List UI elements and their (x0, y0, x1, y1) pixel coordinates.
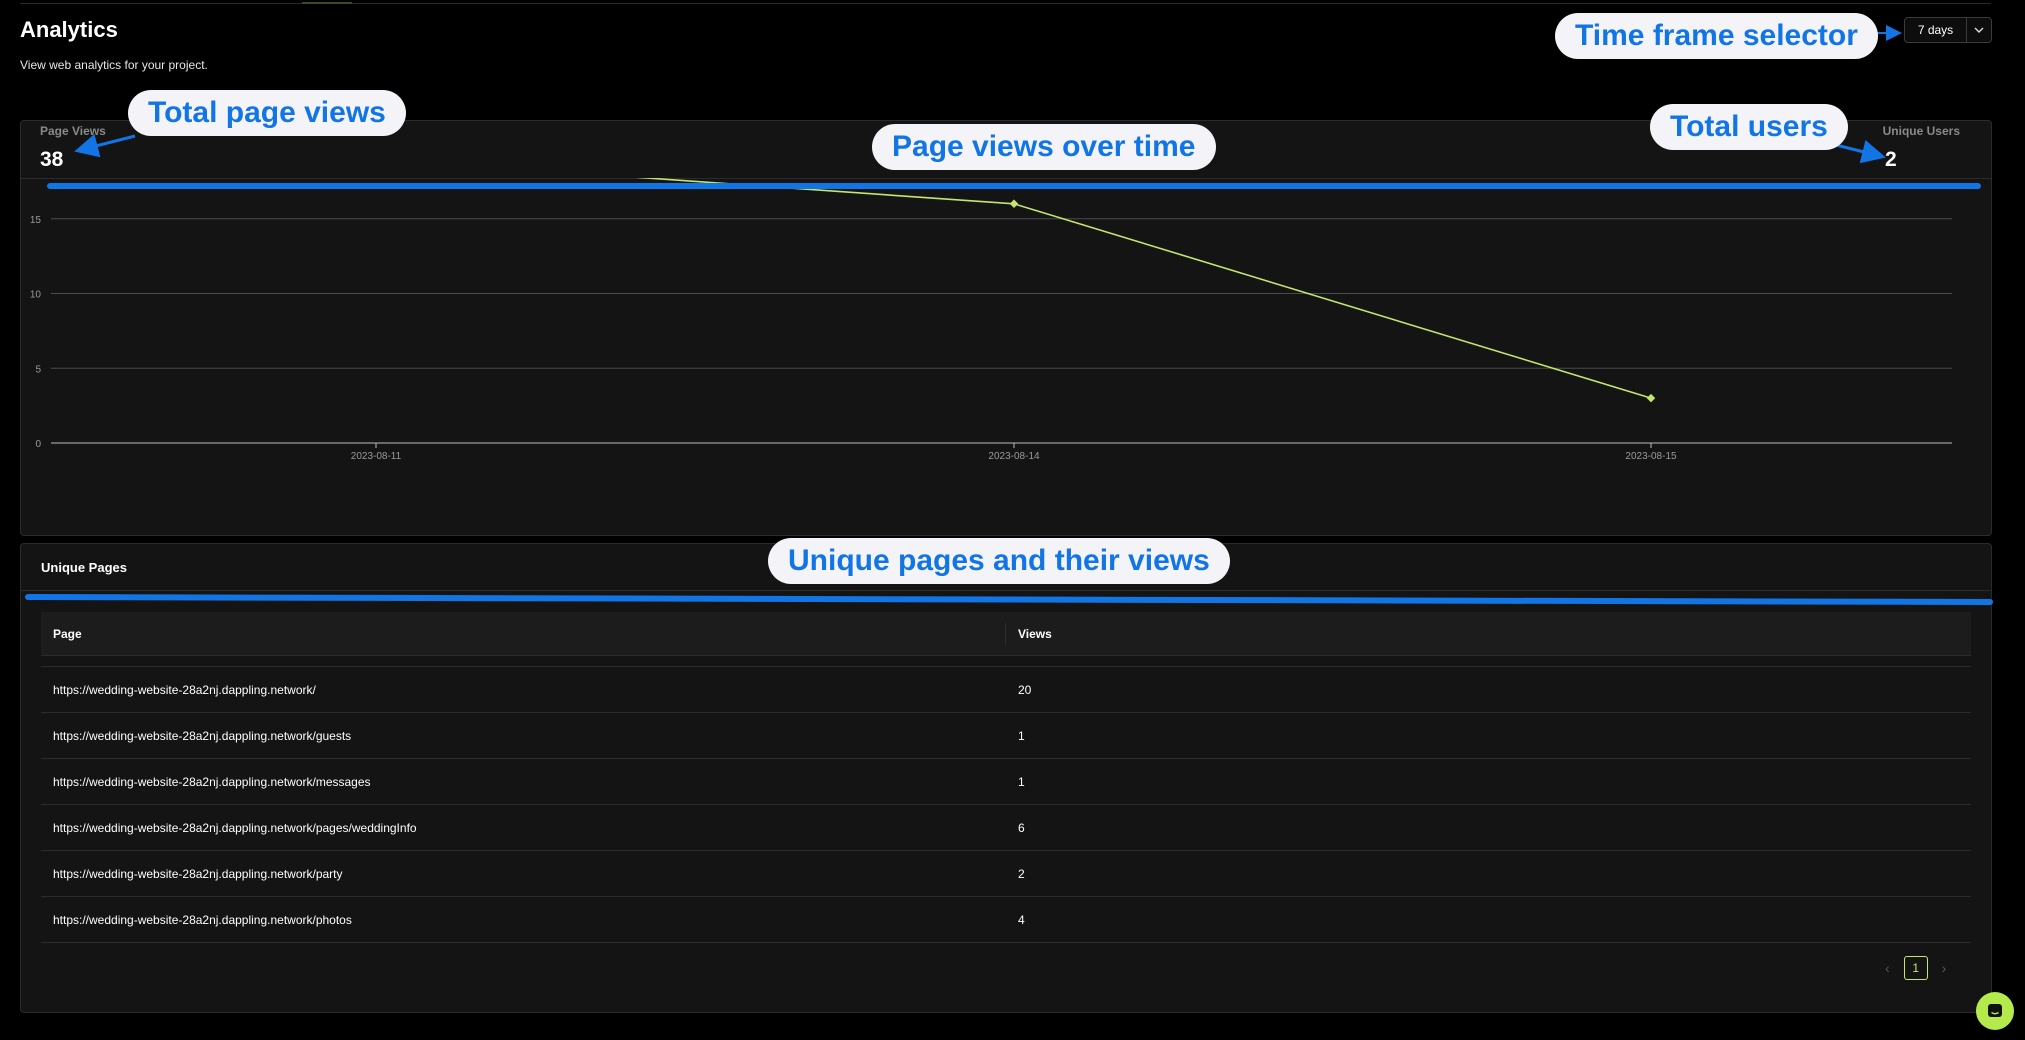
page-url: https://wedding-website-28a2nj.dappling.… (53, 866, 343, 881)
chat-support-button[interactable] (1976, 992, 2014, 1030)
table-spacer (41, 656, 1971, 667)
page-view-count: 2 (1018, 866, 1025, 881)
y-tick-label: 0 (35, 439, 41, 450)
unique-pages-title: Unique Pages (41, 560, 127, 575)
page-views-label: Page Views (40, 124, 106, 138)
table-row: https://wedding-website-28a2nj.dappling.… (41, 897, 1971, 943)
callout-unique-pages: Unique pages and their views (768, 538, 1230, 584)
page-view-count: 20 (1018, 682, 1032, 697)
page-subtitle: View web analytics for your project. (20, 58, 208, 72)
next-page-icon[interactable]: › (1942, 960, 1947, 976)
table-row: https://wedding-website-28a2nj.dappling.… (41, 667, 1971, 713)
table-row: https://wedding-website-28a2nj.dappling.… (41, 759, 1971, 805)
table-row: https://wedding-website-28a2nj.dappling.… (41, 713, 1971, 759)
callout-over-time: Page views over time (872, 124, 1216, 170)
page-view-count: 1 (1018, 774, 1025, 789)
stats-card: Page Views 38 Unique Users 2 05101520202… (20, 120, 1992, 536)
y-tick-label: 5 (35, 364, 41, 375)
pagination: ‹ 1 › (1885, 956, 1946, 980)
chevron-down-icon[interactable] (1966, 18, 1991, 42)
page-url: https://wedding-website-28a2nj.dappling.… (53, 682, 316, 697)
data-point (1646, 393, 1656, 403)
callout-page-views: Total page views (128, 90, 406, 136)
page-views-value: 38 (40, 148, 64, 171)
table-row: https://wedding-website-28a2nj.dappling.… (41, 851, 1971, 897)
column-header-views: Views (1018, 626, 1052, 641)
unique-users-value: 2 (1885, 148, 1897, 171)
column-header-page: Page (41, 622, 1006, 645)
page-url: https://wedding-website-28a2nj.dappling.… (53, 820, 417, 835)
page-number-button[interactable]: 1 (1903, 956, 1928, 980)
page-url: https://wedding-website-28a2nj.dappling.… (53, 774, 371, 789)
callout-users: Total users (1650, 104, 1848, 150)
page-view-count: 6 (1018, 820, 1025, 835)
pages-divider (21, 590, 1991, 591)
y-tick-label: 10 (30, 290, 42, 301)
page-view-count: 4 (1018, 912, 1025, 927)
table-row: https://wedding-website-28a2nj.dappling.… (41, 805, 1971, 851)
callout-time-frame: Time frame selector (1555, 13, 1878, 59)
page-url: https://wedding-website-28a2nj.dappling.… (53, 728, 352, 743)
time-frame-select[interactable]: 7 days (1904, 17, 1992, 43)
chat-icon (1988, 1004, 2002, 1017)
series-line (635, 178, 1652, 399)
x-tick-label: 2023-08-11 (351, 451, 402, 462)
previous-page-icon[interactable]: ‹ (1885, 960, 1890, 976)
x-tick-label: 2023-08-14 (988, 451, 1040, 462)
page-title: Analytics (20, 17, 118, 42)
x-tick-label: 2023-08-15 (1625, 451, 1677, 462)
data-point (1009, 199, 1019, 209)
unique-pages-card: Unique Pages Page Views https://wedding-… (20, 543, 1992, 1013)
page-url: https://wedding-website-28a2nj.dappling.… (53, 912, 352, 927)
page-view-count: 1 (1018, 728, 1025, 743)
unique-users-label: Unique Users (1882, 124, 1960, 138)
y-tick-label: 15 (30, 215, 42, 226)
table-header: Page Views (41, 612, 1971, 656)
pages-table: Page Views https://wedding-website-28a2n… (41, 612, 1971, 943)
active-tab-indicator (302, 2, 352, 4)
page-views-chart: 051015202023-08-112023-08-142023-08-15 (30, 178, 1952, 462)
time-frame-value: 7 days (1917, 23, 1954, 37)
